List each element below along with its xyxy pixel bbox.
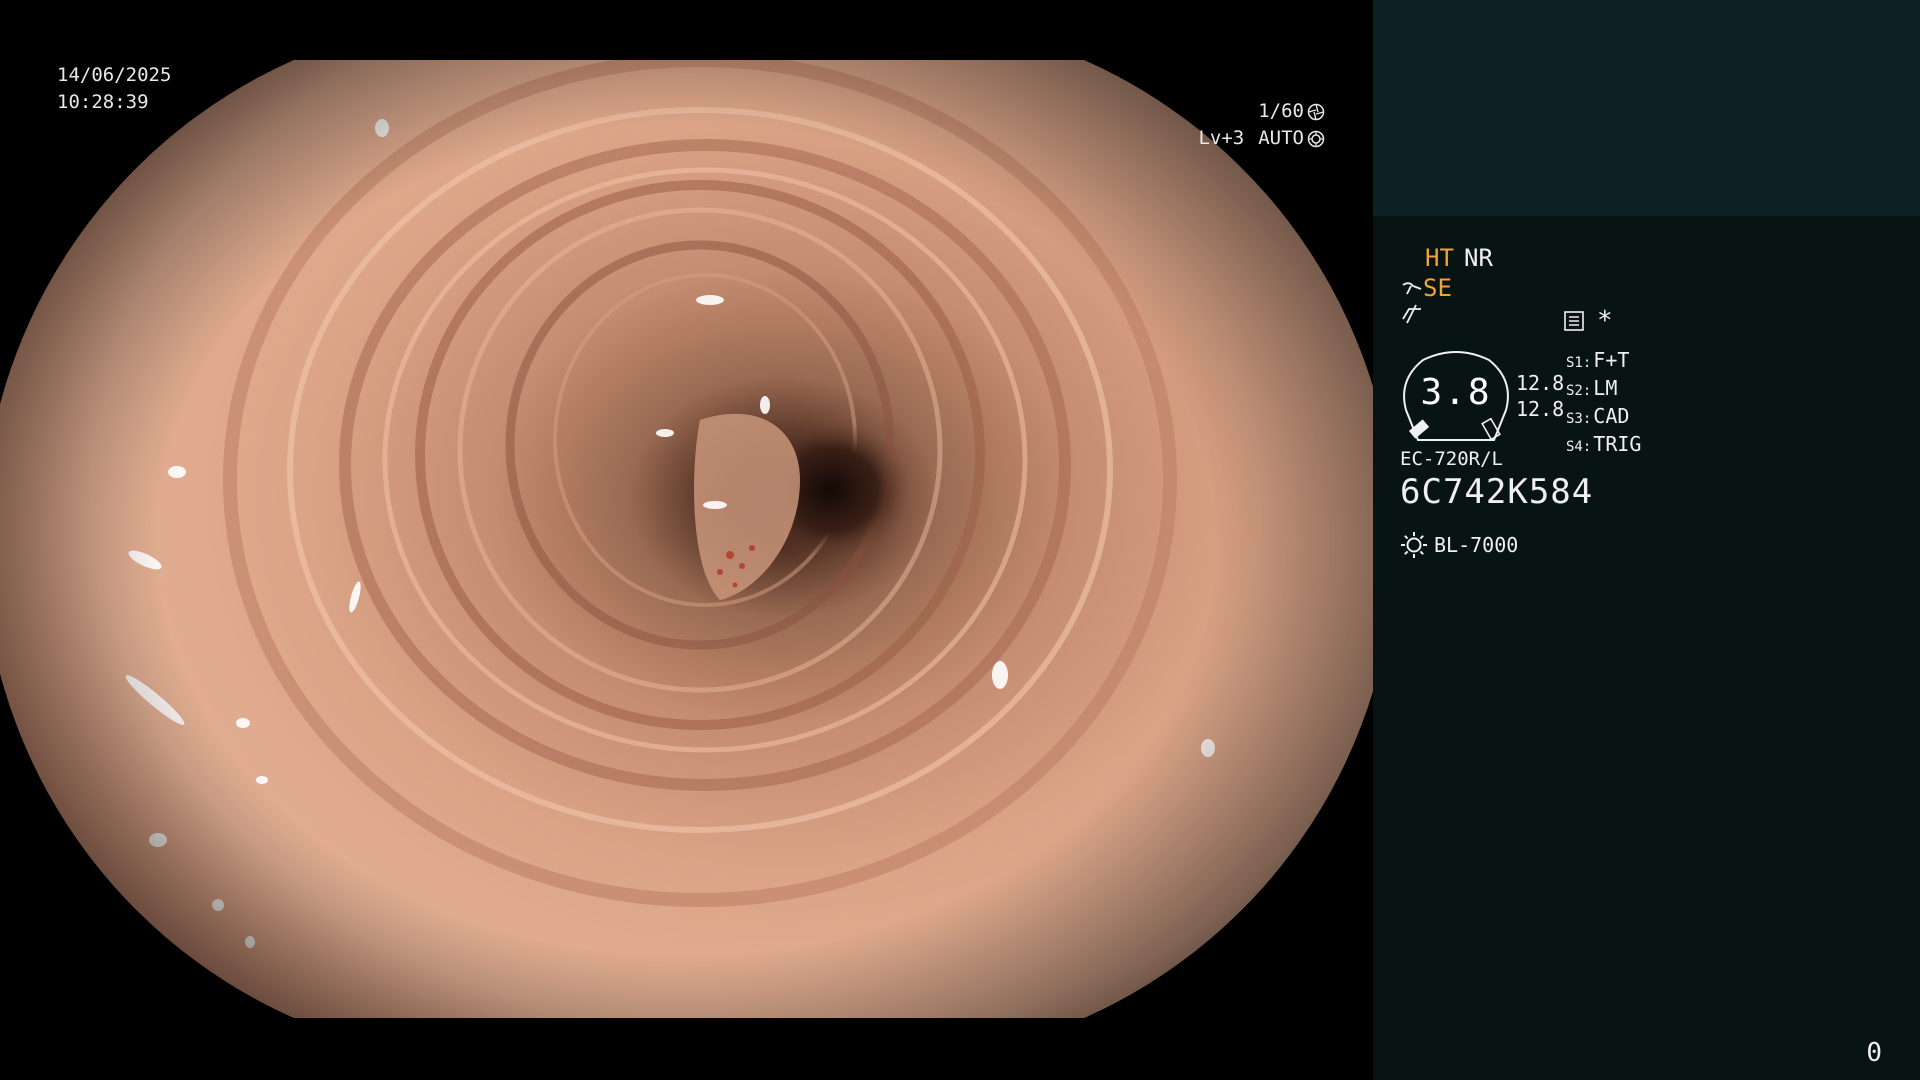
light-source-model: BL-7000 bbox=[1434, 533, 1519, 557]
patient-info-area bbox=[1373, 0, 1920, 216]
sun-icon bbox=[1401, 532, 1427, 558]
switch-item: S2: LM bbox=[1566, 376, 1618, 400]
date-text: 14/06/2025 bbox=[57, 64, 172, 86]
iris-mode-text: AUTO bbox=[1258, 127, 1304, 149]
gauge-readout-top: 12.8 bbox=[1516, 371, 1565, 395]
asterisk-indicator: * bbox=[1597, 306, 1613, 336]
gauge-readout: 12.8 12.8 bbox=[1516, 370, 1564, 422]
image-counter: 0 bbox=[1866, 1038, 1882, 1068]
menu-row: * bbox=[1563, 306, 1613, 336]
scope-serial-number: 6C742K584 bbox=[1400, 472, 1594, 512]
aperture-icon bbox=[1307, 103, 1325, 120]
shutter-row: 1/60 bbox=[1198, 98, 1325, 125]
endoscopic-image bbox=[0, 60, 1373, 1018]
gauge-readout-bottom: 12.8 bbox=[1516, 397, 1565, 421]
scissors-icon bbox=[1402, 282, 1422, 295]
iris-row: Lv+3 AUTO bbox=[1198, 125, 1325, 152]
menu-list-icon bbox=[1564, 311, 1584, 331]
exposure-display: 1/60 Lv+3 AUTO bbox=[1198, 98, 1325, 152]
endoscope-view: 14/06/2025 10:28:39 1/60 Lv+3 AUTO bbox=[0, 0, 1373, 1080]
wave-icon bbox=[1402, 304, 1421, 324]
iris-icon bbox=[1307, 130, 1325, 147]
status-panel: HT NR SE * 3.8 12.8 12.8 S1: F+T S2: LM … bbox=[1373, 0, 1920, 1080]
light-source-row: BL-7000 bbox=[1400, 531, 1518, 559]
ht-indicator: HT bbox=[1425, 244, 1454, 272]
se-indicator: SE bbox=[1423, 274, 1452, 302]
time-text: 10:28:39 bbox=[57, 91, 149, 113]
gauge-value: 3.8 bbox=[1420, 372, 1492, 413]
scope-model: EC-720R/L bbox=[1400, 448, 1503, 470]
date-time-display: 14/06/2025 10:28:39 bbox=[57, 62, 171, 116]
switch-item: S1: F+T bbox=[1566, 348, 1630, 372]
shutter-text: 1/60 bbox=[1258, 100, 1304, 122]
enhancement-row bbox=[1401, 303, 1423, 331]
level-text: Lv+3 bbox=[1198, 127, 1245, 149]
scope-switch-list: S1: F+T S2: LM S3: CAD S4: TRIG bbox=[1566, 348, 1641, 460]
nr-indicator: NR bbox=[1464, 244, 1493, 272]
switch-item: S4: TRIG bbox=[1566, 432, 1642, 456]
se-row: SE bbox=[1401, 274, 1452, 302]
endoscope-screen: 14/06/2025 10:28:39 1/60 Lv+3 AUTO HT NR… bbox=[0, 0, 1920, 1080]
switch-item: S3: CAD bbox=[1566, 404, 1630, 428]
